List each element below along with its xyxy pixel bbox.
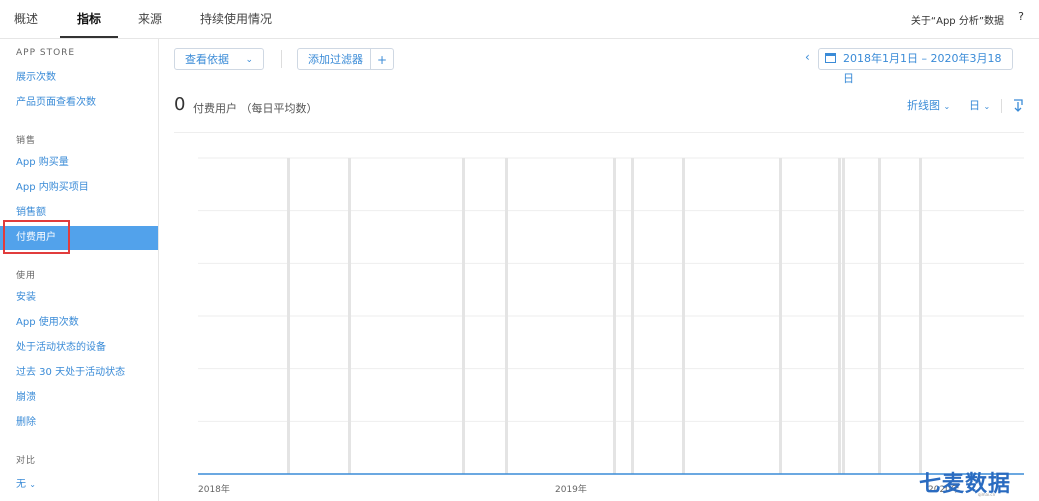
about-analytics-link[interactable]: 关于“App 分析”数据 — [911, 12, 1004, 27]
section-heading-compare: 对比 — [16, 456, 37, 466]
tab-retention[interactable]: 持续使用情况 — [200, 10, 272, 27]
main-content: 查看依据 ⌄ 添加过滤器 + ‹ 2018年1月1日 – 2020年3月18日 … — [159, 39, 1039, 501]
sidebar-item-product-page-views[interactable]: 产品页面查看次数 — [0, 91, 158, 115]
compare-dropdown[interactable]: 无 ⌄ — [0, 473, 158, 497]
data-gap-marker — [919, 158, 922, 474]
top-navigation-bar: 概述 指标 来源 持续使用情况 关于“App 分析”数据 ? — [0, 0, 1039, 39]
data-gap-marker — [842, 158, 845, 474]
data-gap-marker — [838, 158, 841, 474]
sidebar-item-active-devices[interactable]: 处于活动状态的设备 — [0, 336, 158, 360]
tab-sources[interactable]: 来源 — [138, 10, 162, 27]
chevron-down-icon: ⌄ — [29, 480, 36, 489]
sidebar-item-app-purchases[interactable]: App 购买量 — [0, 151, 158, 175]
compare-value: 无 — [16, 479, 26, 490]
sidebar-item-sales[interactable]: 销售额 — [0, 201, 158, 225]
data-gap-marker — [779, 158, 782, 474]
sidebar-item-deletions[interactable]: 删除 — [0, 411, 158, 435]
sidebar-item-impressions[interactable]: 展示次数 — [0, 66, 158, 90]
active-tab-indicator — [60, 36, 118, 38]
watermark-url: qimai.cn — [978, 492, 996, 497]
metrics-sidebar: APP STORE 展示次数 产品页面查看次数 销售 App 购买量 App 内… — [0, 39, 159, 501]
data-gap-marker — [505, 158, 508, 474]
data-gap-marker — [462, 158, 465, 474]
data-gap-marker — [682, 158, 685, 474]
x-tick-label: 2018年 — [198, 485, 230, 495]
sidebar-item-sessions[interactable]: App 使用次数 — [0, 311, 158, 335]
data-gap-marker — [348, 158, 351, 474]
data-gap-marker — [613, 158, 616, 474]
sidebar-item-in-app-purchases[interactable]: App 内购买项目 — [0, 176, 158, 200]
section-heading-usage: 使用 — [16, 271, 37, 281]
data-gap-marker — [878, 158, 881, 474]
section-heading-app-store: APP STORE — [16, 48, 76, 58]
sidebar-item-installs[interactable]: 安装 — [0, 286, 158, 310]
data-gap-marker — [287, 158, 290, 474]
sidebar-item-paying-users[interactable]: 付费用户 — [0, 226, 158, 250]
x-tick-label: 2019年 — [555, 485, 587, 495]
tab-overview[interactable]: 概述 — [14, 10, 38, 27]
sidebar-item-active-last-30-days[interactable]: 过去 30 天处于活动状态 — [0, 361, 158, 385]
data-gap-marker — [631, 158, 634, 474]
paying-users-chart — [198, 157, 1024, 475]
help-icon[interactable]: ? — [1018, 10, 1024, 23]
section-heading-sales: 销售 — [16, 136, 37, 146]
watermark-logo: 七麦数据 — [919, 472, 1012, 497]
tab-metrics[interactable]: 指标 — [77, 10, 101, 27]
sidebar-item-crashes[interactable]: 崩溃 — [0, 386, 158, 410]
